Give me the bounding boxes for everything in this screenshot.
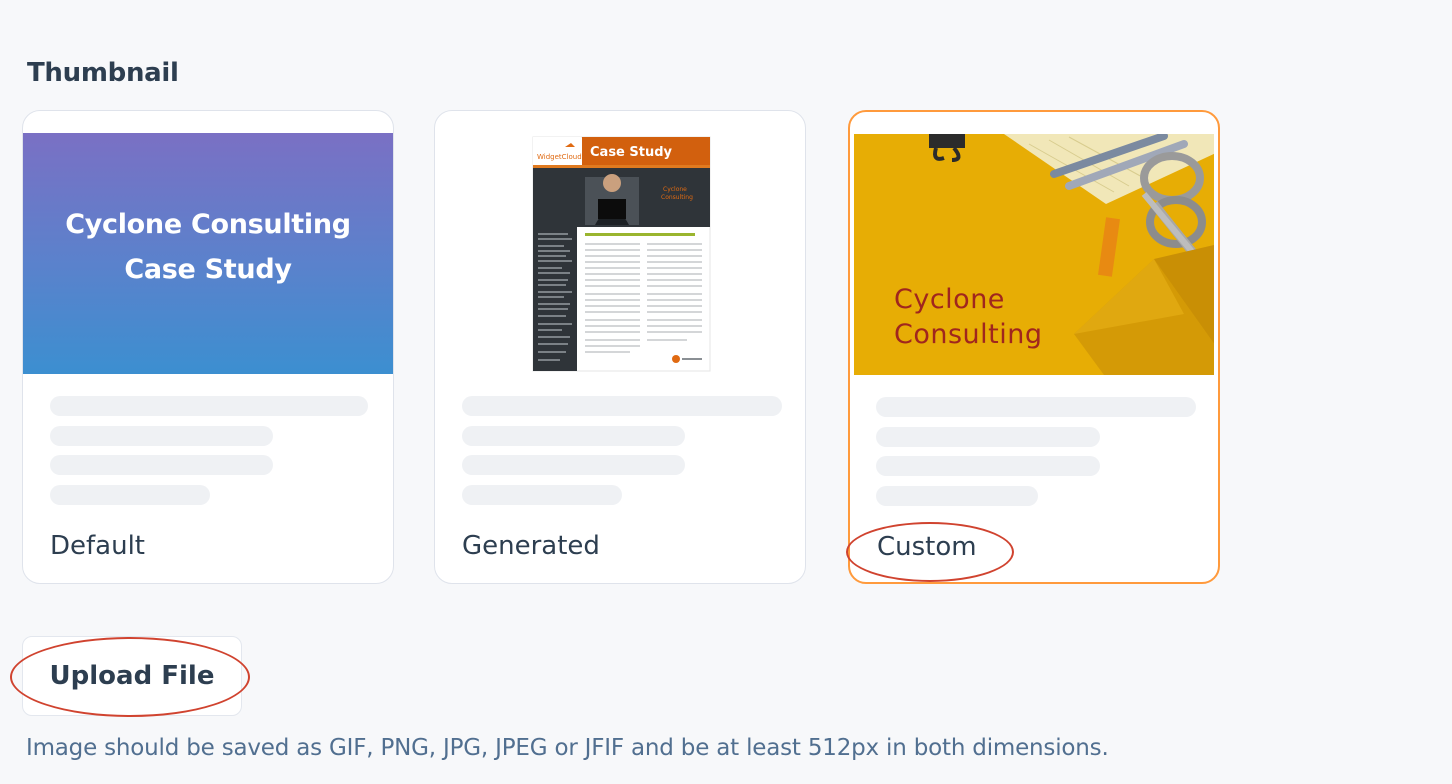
doc-subtitle-line1: Cyclone xyxy=(663,186,687,193)
skeleton-line xyxy=(876,486,1038,506)
custom-thumb-title-line1: Cyclone xyxy=(894,284,1005,315)
skeleton-line xyxy=(462,426,685,446)
default-thumb-title-line1: Cyclone Consulting xyxy=(65,208,351,240)
thumbnail-option-generated[interactable]: WidgetCloud Case Study Cyclone Consultin… xyxy=(434,110,806,584)
generated-thumbnail-preview: WidgetCloud Case Study Cyclone Consultin… xyxy=(435,133,805,374)
skeleton-line xyxy=(876,427,1100,447)
card-label-default: Default xyxy=(50,531,145,561)
skeleton-line xyxy=(462,455,685,475)
upload-helper-text: Image should be saved as GIF, PNG, JPG, … xyxy=(26,735,1109,761)
skeleton-line xyxy=(462,485,622,505)
default-thumbnail-preview: Cyclone Consulting Case Study xyxy=(23,133,393,374)
skeleton-line xyxy=(876,456,1100,476)
skeleton-line xyxy=(50,396,368,416)
card-label-custom: Custom xyxy=(877,532,977,562)
doc-header: Case Study xyxy=(590,145,673,160)
skeleton-line xyxy=(50,455,273,475)
skeleton-line xyxy=(876,397,1196,417)
card-label-generated: Generated xyxy=(462,531,600,561)
skeleton-line xyxy=(462,396,782,416)
skeleton-line xyxy=(50,426,273,446)
doc-subtitle-line2: Consulting xyxy=(661,194,693,201)
skeleton-line xyxy=(50,485,210,505)
section-title: Thumbnail xyxy=(27,58,179,88)
upload-file-button[interactable]: Upload File xyxy=(22,636,242,716)
thumbnail-option-default[interactable]: Cyclone Consulting Case Study Default xyxy=(22,110,394,584)
default-thumb-title-line2: Case Study xyxy=(124,253,292,285)
custom-thumb-title-line2: Consulting xyxy=(894,319,1043,350)
custom-thumbnail-preview: Cyclone Consulting xyxy=(854,134,1214,375)
doc-brand: WidgetCloud xyxy=(537,153,582,161)
thumbnail-option-custom[interactable]: Cyclone Consulting Custom xyxy=(848,110,1220,584)
